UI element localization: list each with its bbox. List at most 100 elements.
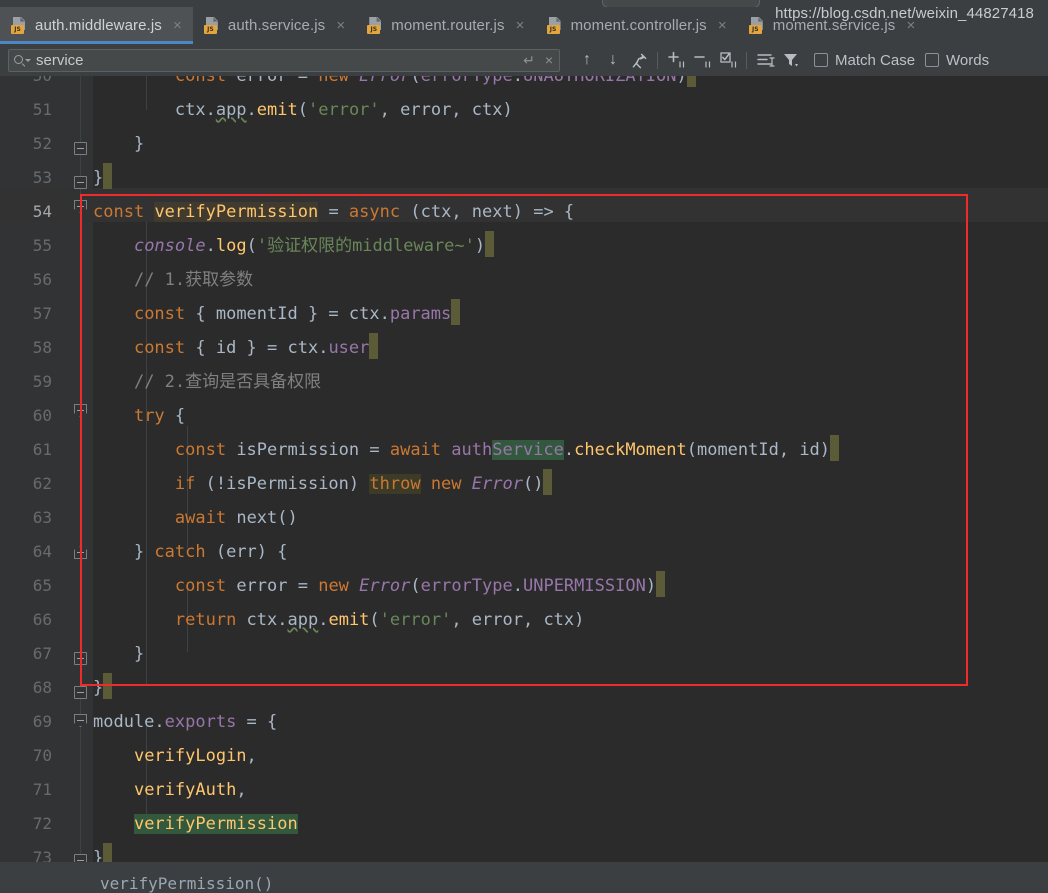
search-input-value[interactable]: service [36, 49, 518, 72]
breadcrumb-gutter [0, 862, 68, 892]
line-source[interactable]: const error = new Error(errorType.UNPERM… [93, 569, 666, 603]
line-source[interactable]: const verifyPermission = async (ctx, nex… [93, 195, 574, 229]
line-source[interactable]: } [93, 637, 144, 671]
close-icon[interactable]: × [716, 18, 729, 33]
js-file-icon: JS [203, 17, 221, 34]
add-selection-icon [667, 51, 684, 68]
line-source[interactable]: } catch (err) { [93, 535, 288, 569]
line-number: 53 [32, 168, 52, 187]
line-source[interactable]: } [93, 127, 144, 161]
line-number: 64 [32, 542, 52, 561]
code-line-52[interactable]: 52 } [0, 127, 1048, 161]
line-source[interactable]: const { momentId } = ctx.params [93, 297, 461, 331]
code-line-61[interactable]: 61 const isPermission = await authServic… [0, 433, 1048, 467]
line-number: 60 [32, 406, 52, 425]
tab-auth-middleware-js[interactable]: JS auth.middleware.js × [0, 7, 193, 44]
line-number: 72 [32, 814, 52, 833]
line-source[interactable]: // 2.查询是否具备权限 [93, 365, 321, 399]
line-source[interactable]: verifyAuth, [93, 773, 247, 807]
code-line-68[interactable]: 68 } [0, 671, 1048, 705]
line-number: 61 [32, 440, 52, 459]
code-line-62[interactable]: 62 if (!isPermission) throw new Error() [0, 467, 1048, 501]
words-checkbox[interactable]: Words [925, 52, 989, 69]
open-in-find-window-button[interactable] [752, 47, 778, 73]
clear-search-icon[interactable]: × [545, 53, 553, 67]
tab-moment-controller-js[interactable]: JS moment.controller.js × [536, 7, 738, 44]
tab-label: auth.service.js [227, 17, 326, 34]
code-line-59[interactable]: 59 // 2.查询是否具备权限 [0, 365, 1048, 399]
pin-icon [632, 53, 646, 68]
code-line-57[interactable]: 57 const { momentId } = ctx.params [0, 297, 1048, 331]
line-source[interactable]: verifyLogin, [93, 739, 257, 773]
line-source[interactable]: // 1.获取参数 [93, 263, 253, 297]
watermark-url: https://blog.csdn.net/weixin_44827418 [775, 5, 1034, 22]
line-source[interactable]: } [93, 671, 113, 705]
line-source[interactable]: console.log('验证权限的middleware~') [93, 229, 495, 263]
match-case-checkbox[interactable]: Match Case [814, 52, 915, 69]
code-line-51[interactable]: 51 ctx.app.emit('error', error, ctx) [0, 93, 1048, 127]
line-number: 65 [32, 576, 52, 595]
code-line-71[interactable]: 71 verifyAuth, [0, 773, 1048, 807]
find-window-icon [756, 54, 775, 67]
pin-tab-button[interactable] [626, 47, 652, 73]
line-number: 51 [32, 100, 52, 119]
code-line-63[interactable]: 63 await next() [0, 501, 1048, 535]
line-source[interactable]: await next() [93, 501, 298, 535]
code-line-66[interactable]: 66 return ctx.app.emit('error', error, c… [0, 603, 1048, 637]
code-line-73[interactable]: 73 } [0, 841, 1048, 862]
checkbox-box[interactable] [814, 53, 828, 67]
line-source[interactable]: module.exports = { [93, 705, 277, 739]
tab-label: moment.router.js [391, 17, 505, 34]
tab-label: auth.middleware.js [35, 17, 162, 34]
line-source[interactable]: } [93, 161, 113, 195]
tab-auth-service-js[interactable]: JS auth.service.js × [193, 7, 356, 44]
line-number: 70 [32, 746, 52, 765]
code-line-64[interactable]: 64 } catch (err) { [0, 535, 1048, 569]
line-source[interactable]: if (!isPermission) throw new Error() [93, 467, 553, 501]
line-source[interactable]: const { id } = ctx.user [93, 331, 379, 365]
remove-selection-icon [693, 56, 710, 68]
search-icon[interactable] [14, 54, 31, 67]
code-line-69[interactable]: 69 module.exports = { [0, 705, 1048, 739]
close-icon[interactable]: × [514, 18, 527, 33]
code-line-60[interactable]: 60 try { [0, 399, 1048, 433]
line-number: 55 [32, 236, 52, 255]
match-case-label: Match Case [835, 51, 916, 69]
line-source[interactable]: verifyPermission [93, 807, 298, 841]
line-source[interactable]: return ctx.app.emit('error', error, ctx) [93, 603, 585, 637]
remove-selection-button[interactable] [689, 47, 715, 73]
line-source[interactable]: const isPermission = await authService.c… [93, 433, 840, 467]
breadcrumb[interactable]: verifyPermission() [100, 874, 273, 893]
line-source[interactable]: ctx.app.emit('error', error, ctx) [93, 93, 513, 127]
clipped-popup-border [602, 0, 760, 7]
code-line-56[interactable]: 56 // 1.获取参数 [0, 263, 1048, 297]
find-previous-button[interactable]: ↑ [574, 47, 600, 73]
code-line-67[interactable]: 67 } [0, 637, 1048, 671]
code-line-72[interactable]: 72 verifyPermission [0, 807, 1048, 841]
line-number: 50 [0, 76, 52, 93]
find-next-button[interactable]: ↓ [600, 47, 626, 73]
search-history-icon[interactable]: ↵ [523, 53, 535, 67]
filter-button[interactable] [778, 47, 804, 73]
line-number: 69 [32, 712, 52, 731]
line-source[interactable]: } [93, 841, 113, 862]
code-line-50[interactable]: 50 const error = new Error(errorType.UNA… [0, 76, 1048, 93]
code-editor[interactable]: 50 const error = new Error(errorType.UNA… [0, 76, 1048, 862]
code-line-54[interactable]: 54 const verifyPermission = async (ctx, … [0, 195, 1048, 229]
code-line-53[interactable]: 53 } [0, 161, 1048, 195]
close-icon[interactable]: × [334, 18, 347, 33]
tab-moment-router-js[interactable]: JS moment.router.js × [356, 7, 535, 44]
breadcrumb-bar[interactable]: verifyPermission() [0, 862, 1048, 893]
code-line-65[interactable]: 65 const error = new Error(errorType.UNP… [0, 569, 1048, 603]
code-line-55[interactable]: 55 console.log('验证权限的middleware~') [0, 229, 1048, 263]
line-source[interactable]: const error = new Error(errorType.UNAUTH… [93, 76, 696, 93]
checkbox-box[interactable] [925, 53, 940, 67]
search-input[interactable]: service ↵ × [8, 48, 560, 72]
close-icon[interactable]: × [171, 18, 184, 33]
line-source[interactable]: try { [93, 399, 185, 433]
select-all-occurrences-button[interactable] [715, 47, 741, 73]
line-number: 68 [32, 678, 52, 697]
code-line-58[interactable]: 58 const { id } = ctx.user [0, 331, 1048, 365]
code-line-70[interactable]: 70 verifyLogin, [0, 739, 1048, 773]
add-selection-button[interactable] [663, 47, 689, 73]
